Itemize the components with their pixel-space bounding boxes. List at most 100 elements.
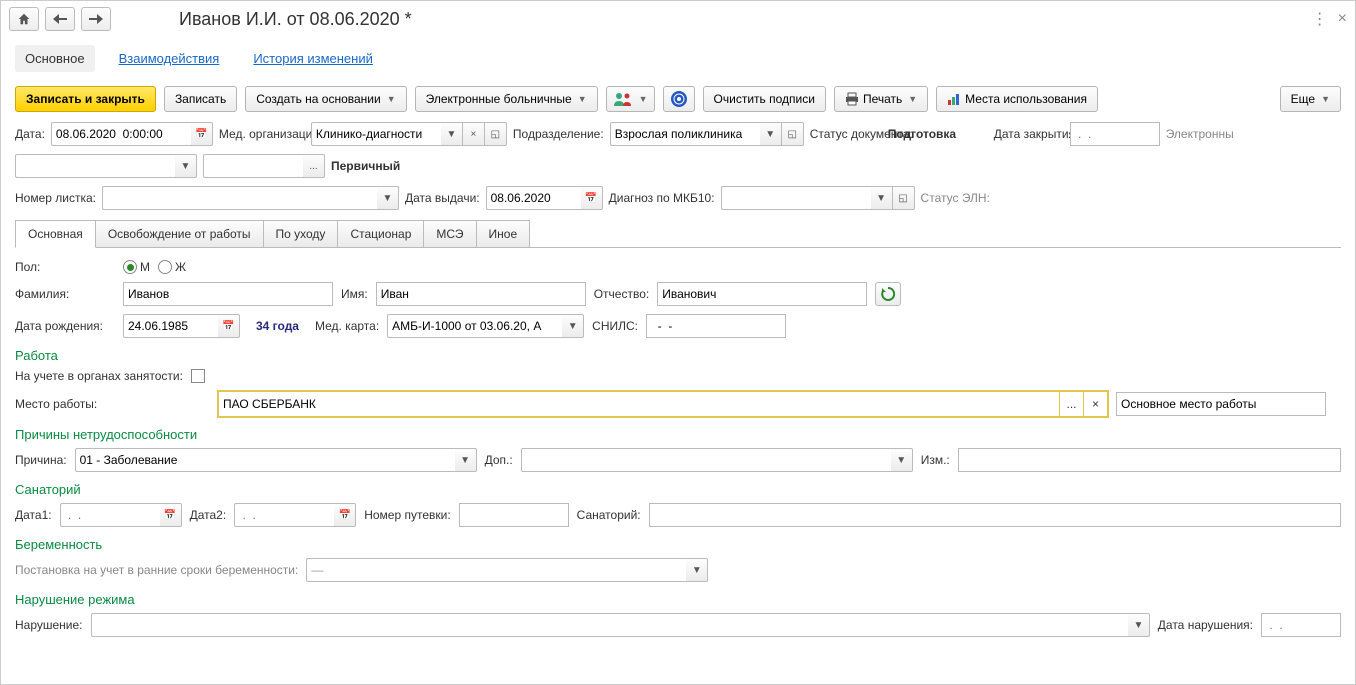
violation-input[interactable] — [91, 613, 1129, 637]
date-label: Дата: — [15, 127, 45, 141]
pregnancy-reg-label: Постановка на учет в ранние сроки береме… — [15, 563, 298, 577]
snils-label: СНИЛС: — [592, 319, 638, 333]
chevron-down-icon: ▼ — [639, 94, 648, 104]
tab-history[interactable]: История изменений — [243, 45, 383, 72]
create-based-button[interactable]: Создать на основании▼ — [245, 86, 406, 112]
open-icon[interactable]: ◱ — [782, 122, 804, 146]
calendar-icon[interactable]: 📅 — [334, 503, 356, 527]
workplace-input[interactable] — [219, 392, 1059, 416]
chevron-down-icon: ▼ — [1321, 94, 1330, 104]
open-icon[interactable]: ◱ — [485, 122, 507, 146]
tab-release[interactable]: Освобождение от работы — [95, 220, 264, 248]
date-input[interactable] — [51, 122, 191, 146]
dept-input[interactable] — [610, 122, 760, 146]
clear-signatures-button[interactable]: Очистить подписи — [703, 86, 826, 112]
date1-input[interactable] — [60, 503, 160, 527]
chevron-down-icon[interactable]: ▼ — [871, 186, 893, 210]
org-input[interactable] — [311, 122, 441, 146]
reason-add-label: Доп.: — [485, 453, 513, 467]
chevron-down-icon[interactable]: ▼ — [175, 154, 197, 178]
workplace-label: Место работы: — [15, 397, 210, 411]
medcard-label: Мед. карта: — [315, 319, 379, 333]
save-button[interactable]: Записать — [164, 86, 237, 112]
chevron-down-icon[interactable]: ▼ — [455, 448, 477, 472]
calendar-icon[interactable]: 📅 — [160, 503, 182, 527]
calendar-icon[interactable]: 📅 — [191, 122, 213, 146]
issue-date-input[interactable] — [486, 186, 581, 210]
eln-button[interactable]: Электронные больничные▼ — [415, 86, 598, 112]
gender-female-radio[interactable]: Ж — [158, 260, 186, 274]
chevron-down-icon[interactable]: ▼ — [686, 558, 708, 582]
refresh-icon — [881, 287, 895, 301]
chevron-down-icon[interactable]: ▼ — [377, 186, 399, 210]
reason-change-label: Изм.: — [921, 453, 950, 467]
status-value: Подготовка — [888, 127, 988, 141]
sheet-number-label: Номер листка: — [15, 191, 96, 205]
seal-icon-button[interactable] — [663, 86, 695, 112]
print-button[interactable]: Печать▼ — [834, 86, 928, 112]
firstname-input[interactable] — [376, 282, 586, 306]
section-sanatorium: Санаторий — [15, 476, 1341, 499]
reason-add-input[interactable] — [521, 448, 891, 472]
primary-label: Первичный — [331, 159, 400, 173]
close-icon[interactable]: × — [1338, 10, 1347, 28]
electronic-label: Электронны — [1166, 127, 1234, 141]
window-title: Иванов И.И. от 08.06.2020 * — [179, 9, 1306, 30]
clear-icon[interactable]: × — [1083, 392, 1107, 416]
tab-main[interactable]: Основное — [15, 45, 95, 72]
sanatorium-label: Санаторий: — [577, 508, 641, 522]
employment-reg-checkbox[interactable] — [191, 369, 205, 383]
ellipsis-icon[interactable]: ... — [303, 154, 325, 178]
printer-icon — [845, 92, 859, 106]
surname-input[interactable] — [123, 282, 333, 306]
home-button[interactable] — [9, 7, 39, 31]
date2-input[interactable] — [234, 503, 334, 527]
eln-status-label: Статус ЭЛН: — [921, 191, 990, 205]
patronymic-input[interactable] — [657, 282, 867, 306]
forward-button[interactable] — [81, 7, 111, 31]
calendar-icon[interactable]: 📅 — [218, 314, 240, 338]
violation-date-label: Дата нарушения: — [1158, 618, 1253, 632]
chevron-down-icon[interactable]: ▼ — [760, 122, 782, 146]
open-icon[interactable]: ◱ — [893, 186, 915, 210]
combo-input-1[interactable] — [15, 154, 175, 178]
reason-change-input[interactable] — [958, 448, 1341, 472]
section-reasons: Причины нетрудоспособности — [15, 421, 1341, 444]
clear-icon[interactable]: × — [463, 122, 485, 146]
more-button[interactable]: Еще▼ — [1280, 86, 1341, 112]
save-close-button[interactable]: Записать и закрыть — [15, 86, 156, 112]
birthdate-input[interactable] — [123, 314, 218, 338]
violation-date-input[interactable] — [1261, 613, 1341, 637]
sanatorium-input[interactable] — [649, 503, 1341, 527]
tab-hospital[interactable]: Стационар — [337, 220, 424, 248]
tab-basic[interactable]: Основная — [15, 220, 96, 248]
gender-male-radio[interactable]: М — [123, 260, 150, 274]
tab-care[interactable]: По уходу — [263, 220, 339, 248]
workplace-type-input[interactable] — [1116, 392, 1326, 416]
firstname-label: Имя: — [341, 287, 368, 301]
reason-input[interactable] — [75, 448, 455, 472]
pregnancy-reg-input[interactable] — [306, 558, 686, 582]
medcard-input[interactable] — [387, 314, 562, 338]
chevron-down-icon[interactable]: ▼ — [891, 448, 913, 472]
refresh-button[interactable] — [875, 282, 901, 306]
close-date-input[interactable] — [1070, 122, 1160, 146]
usage-button[interactable]: Места использования — [936, 86, 1098, 112]
ellipsis-icon[interactable]: ... — [1059, 392, 1083, 416]
users-icon-button[interactable]: ▼ — [606, 86, 655, 112]
calendar-icon[interactable]: 📅 — [581, 186, 603, 210]
chevron-down-icon[interactable]: ▼ — [562, 314, 584, 338]
lookup-input-1[interactable] — [203, 154, 303, 178]
chevron-down-icon[interactable]: ▼ — [441, 122, 463, 146]
birthdate-label: Дата рождения: — [15, 319, 115, 333]
snils-input[interactable] — [646, 314, 786, 338]
tab-interactions[interactable]: Взаимодействия — [109, 45, 230, 72]
tab-other[interactable]: Иное — [476, 220, 531, 248]
sheet-number-input[interactable] — [102, 186, 377, 210]
mkb-input[interactable] — [721, 186, 871, 210]
voucher-input[interactable] — [459, 503, 569, 527]
back-button[interactable] — [45, 7, 75, 31]
tab-mse[interactable]: МСЭ — [423, 220, 476, 248]
kebab-icon[interactable]: ⋮ — [1312, 9, 1328, 29]
chevron-down-icon[interactable]: ▼ — [1128, 613, 1150, 637]
